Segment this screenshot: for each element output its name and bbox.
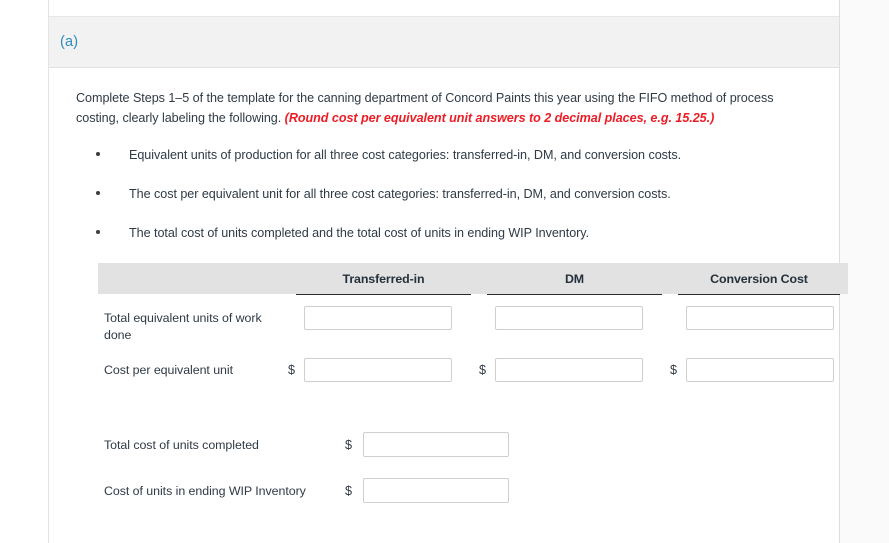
list-item-label: Equivalent units of production for all t… [129, 148, 682, 162]
column-header-rule [678, 293, 840, 295]
input-total-units-transferred-in[interactable] [304, 306, 452, 330]
list-item: The total cost of units completed and th… [76, 224, 815, 242]
column-header-conversion-cost: Conversion Cost [670, 263, 848, 295]
part-label: (a) [60, 34, 79, 50]
summary-block: Total cost of units completed $ Cost of … [76, 432, 815, 503]
input-total-cost-units-completed[interactable] [363, 432, 509, 457]
table-row: Cost per equivalent unit $ $ $ [98, 358, 848, 382]
summary-row-total-cost-completed: Total cost of units completed $ [98, 432, 815, 457]
cell-total-units-transferred-in [288, 306, 479, 330]
rounding-note: (Round cost per equivalent unit answers … [284, 111, 715, 125]
list-item-label: The cost per equivalent unit for all thr… [129, 187, 671, 201]
table-row: Total equivalent units of work done [98, 306, 848, 344]
summary-row-ending-wip: Cost of units in ending WIP Inventory $ [98, 478, 815, 503]
currency-symbol: $ [670, 363, 678, 377]
input-total-units-conversion[interactable] [686, 306, 834, 330]
question-card: (a) Complete Steps 1–5 of the template f… [48, 0, 848, 543]
currency-symbol: $ [345, 437, 353, 452]
list-item: The cost per equivalent unit for all thr… [76, 185, 815, 203]
cell-cost-per-unit-conversion: $ [670, 358, 848, 382]
input-cost-per-unit-dm[interactable] [495, 358, 643, 382]
card-header: (a) [49, 16, 839, 68]
column-header-label: Conversion Cost [710, 271, 808, 286]
input-cost-units-ending-wip[interactable] [363, 478, 509, 503]
equivalent-units-table: Transferred-in DM Conversion Cost Total … [76, 263, 848, 503]
cell-total-units-dm [479, 306, 670, 330]
currency-symbol: $ [345, 483, 353, 498]
list-item: Equivalent units of production for all t… [76, 146, 815, 164]
input-total-units-dm[interactable] [495, 306, 643, 330]
list-item-label: The total cost of units completed and th… [129, 226, 590, 240]
summary-label: Cost of units in ending WIP Inventory [104, 483, 306, 498]
row-label-total-equivalent-units: Total equivalent units of work done [104, 311, 262, 342]
column-header-label: Transferred-in [342, 271, 425, 286]
requirements-list: Equivalent units of production for all t… [76, 146, 815, 242]
column-header-label: DM [564, 271, 585, 286]
left-page-gutter [0, 0, 48, 543]
card-body: Complete Steps 1–5 of the template for t… [49, 68, 848, 503]
column-header-dm: DM [479, 263, 670, 295]
bullet-dot-icon [96, 230, 100, 234]
cell-total-units-conversion [670, 306, 848, 330]
column-header-rule [296, 293, 471, 295]
cell-cost-per-unit-dm: $ [479, 358, 670, 382]
table-header-row: Transferred-in DM Conversion Cost [98, 263, 848, 295]
bullet-dot-icon [96, 191, 100, 195]
currency-symbol: $ [288, 363, 296, 377]
currency-symbol: $ [479, 363, 487, 377]
instruction-paragraph: Complete Steps 1–5 of the template for t… [76, 88, 815, 128]
column-header-rule [487, 293, 662, 295]
column-header-transferred-in: Transferred-in [288, 263, 479, 295]
card-top-spacer [49, 0, 839, 16]
input-cost-per-unit-transferred-in[interactable] [304, 358, 452, 382]
table-header-label-spacer [98, 263, 288, 294]
bullet-dot-icon [96, 152, 100, 156]
row-label-cost-per-equivalent-unit: Cost per equivalent unit [104, 363, 233, 377]
cell-cost-per-unit-transferred-in: $ [288, 358, 479, 382]
summary-label: Total cost of units completed [104, 437, 259, 452]
input-cost-per-unit-conversion[interactable] [686, 358, 834, 382]
